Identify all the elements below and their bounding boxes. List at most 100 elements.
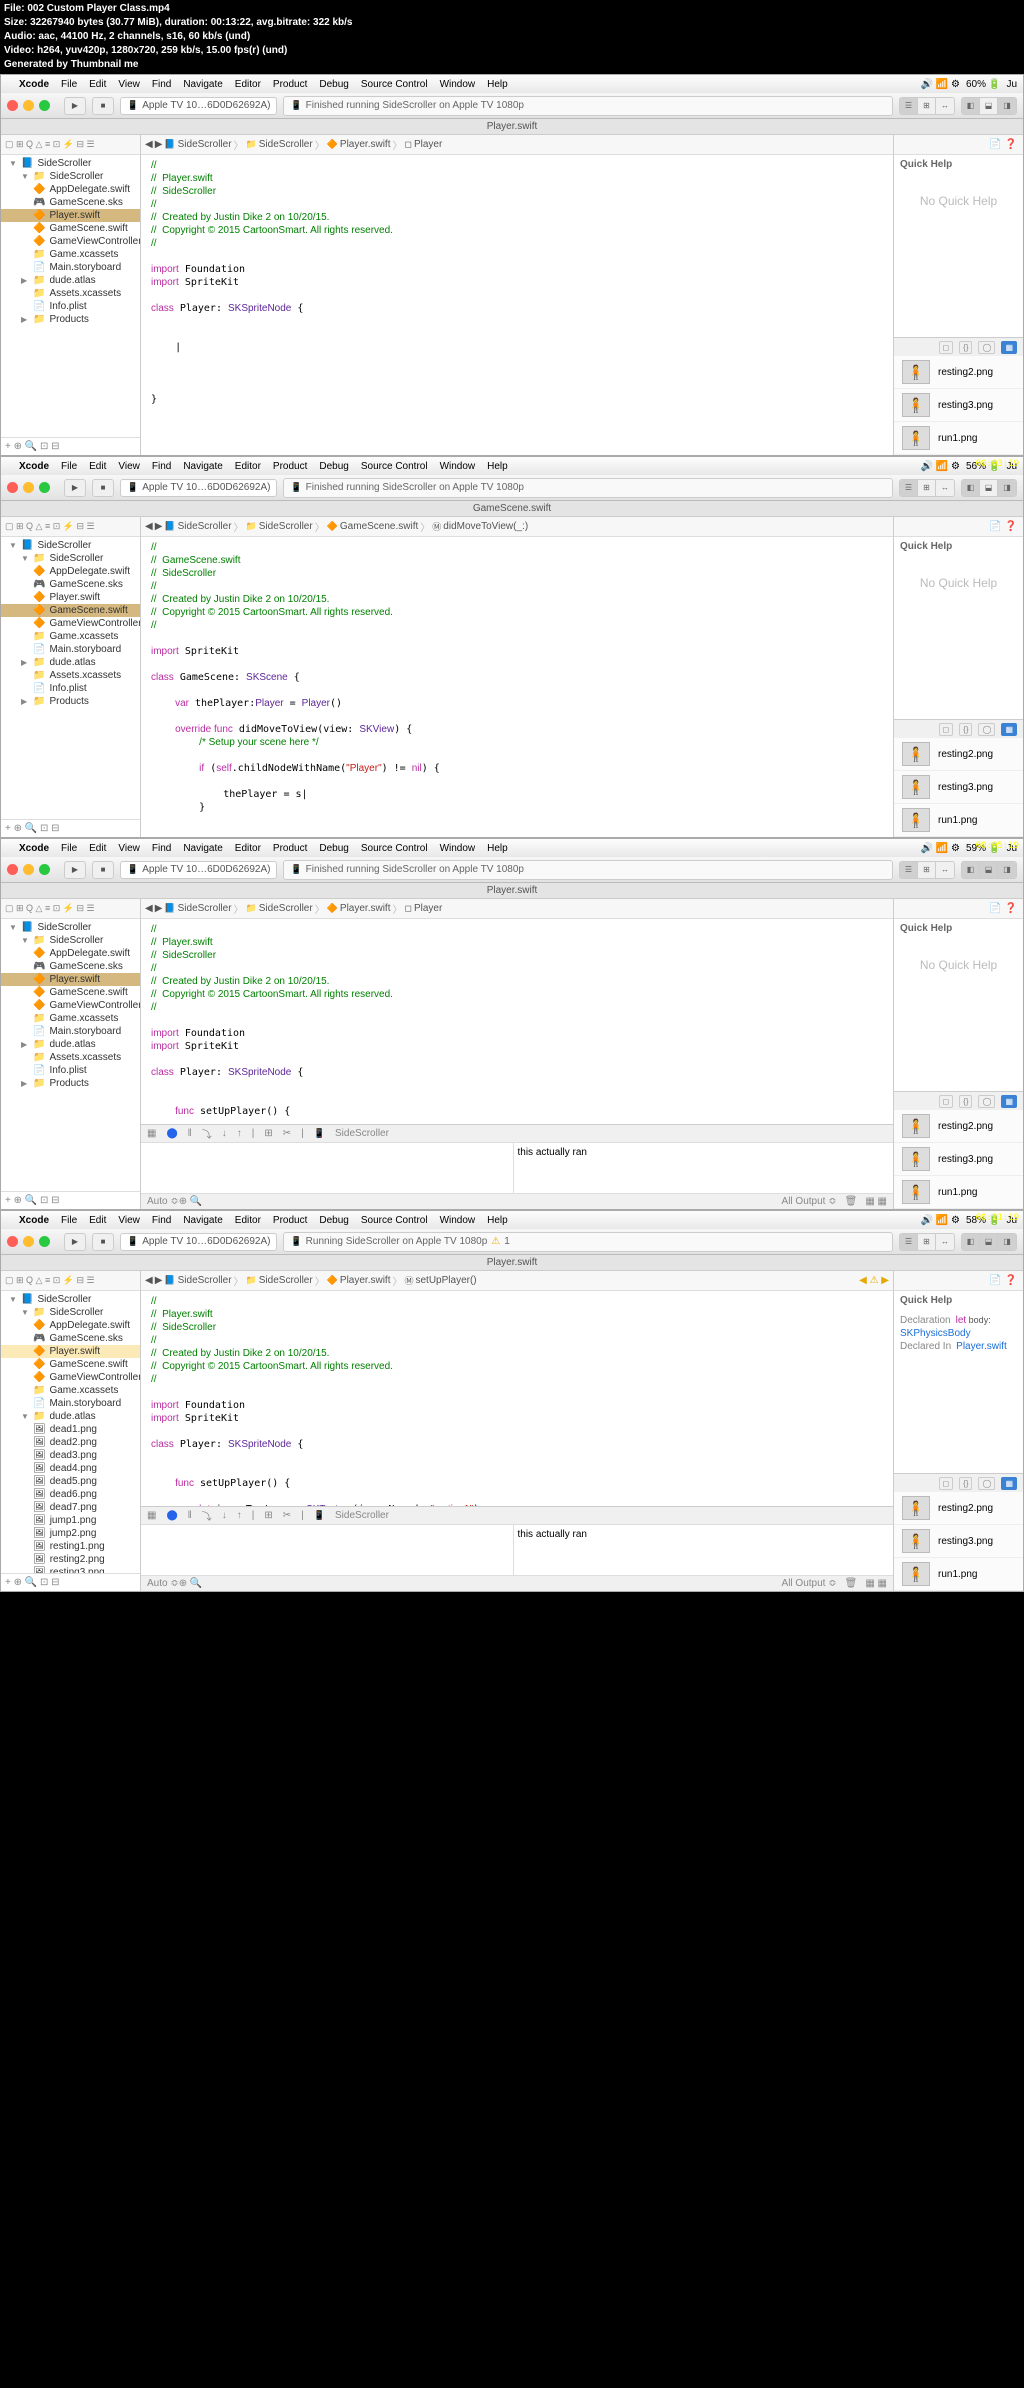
navigator-selector[interactable]: ▢ ⊞ Q △ ≡ ⊡ ⚡ ⊟ ☰: [1, 899, 140, 919]
library-item[interactable]: 🧍resting2.png: [894, 356, 1023, 389]
run-button[interactable]: [64, 1233, 86, 1251]
nav-file-selected[interactable]: 🔶 Player.swift: [1, 973, 140, 986]
nav-file[interactable]: 🔶 Player.swift: [1, 591, 140, 604]
nav-file[interactable]: 📁 Assets.xcassets: [1, 287, 140, 300]
status-icons[interactable]: 🔊 📶 ⚙: [921, 843, 960, 854]
status-icons[interactable]: 🔊 📶 ⚙: [921, 1215, 960, 1226]
nav-products[interactable]: ▶📁 Products: [1, 1077, 140, 1090]
nav-file[interactable]: 🖼 resting3.png: [1, 1566, 140, 1573]
menu-view[interactable]: View: [118, 1215, 140, 1226]
nav-file[interactable]: 🔶 AppDelegate.swift: [1, 183, 140, 196]
status-icons[interactable]: 🔊 📶 ⚙: [921, 461, 960, 472]
menu-file[interactable]: File: [61, 1215, 77, 1226]
debug-toolbar[interactable]: ▦⬤‖⤵↓↑|⊞✂|📱 SideScroller: [141, 1507, 893, 1525]
menu-edit[interactable]: Edit: [89, 843, 106, 854]
nav-filter[interactable]: + ⊕ 🔍 ⊡ ⊟: [1, 1191, 140, 1209]
close-button[interactable]: [7, 1236, 18, 1247]
stop-button[interactable]: [92, 479, 114, 497]
project-navigator[interactable]: ▼📘 SideScroller ▼📁 SideScroller 🔶 AppDel…: [1, 1291, 140, 1573]
source-editor[interactable]: // // Player.swift // SideScroller // //…: [141, 155, 893, 455]
nav-file-selected[interactable]: 🔶 GameScene.swift: [1, 604, 140, 617]
menu-window[interactable]: Window: [440, 1215, 476, 1226]
nav-file[interactable]: 🔶 AppDelegate.swift: [1, 1319, 140, 1332]
menu-product[interactable]: Product: [273, 1215, 307, 1226]
menu-help[interactable]: Help: [487, 79, 508, 90]
nav-file[interactable]: 📁 Assets.xcassets: [1, 669, 140, 682]
nav-file[interactable]: 🎮 GameScene.sks: [1, 1332, 140, 1345]
scope-selector[interactable]: Auto ≎: [147, 1578, 179, 1589]
zoom-button[interactable]: [39, 1236, 50, 1247]
zoom-button[interactable]: [39, 100, 50, 111]
run-button[interactable]: [64, 97, 86, 115]
library-item[interactable]: 🧍run1.png: [894, 1176, 1023, 1209]
back-button[interactable]: ◀: [145, 521, 153, 532]
variables-view[interactable]: [141, 1525, 514, 1575]
battery-indicator[interactable]: 60% 🔋: [966, 79, 1000, 90]
stop-button[interactable]: [92, 861, 114, 879]
menu-source-control[interactable]: Source Control: [361, 843, 428, 854]
nav-file[interactable]: 🖼 dead2.png: [1, 1436, 140, 1449]
panel-toggle-segment[interactable]: ◧⬓◨: [961, 479, 1017, 497]
nav-folder[interactable]: ▶📁 dude.atlas: [1, 274, 140, 287]
menu-editor[interactable]: Editor: [235, 79, 261, 90]
inspector-selector[interactable]: 📄 ❓: [894, 135, 1023, 155]
run-button[interactable]: [64, 861, 86, 879]
library-item[interactable]: 🧍resting3.png: [894, 1143, 1023, 1176]
nav-file[interactable]: 📁 Game.xcassets: [1, 248, 140, 261]
nav-file[interactable]: 📄 Main.storyboard: [1, 261, 140, 274]
source-editor[interactable]: // // Player.swift // SideScroller // //…: [141, 1291, 893, 1506]
menu-editor[interactable]: Editor: [235, 461, 261, 472]
minimize-button[interactable]: [23, 864, 34, 875]
menu-navigate[interactable]: Navigate: [183, 461, 222, 472]
nav-file[interactable]: 🖼 jump2.png: [1, 1527, 140, 1540]
navigator-selector[interactable]: ▢ ⊞ Q △ ≡ ⊡ ⚡ ⊟ ☰: [1, 517, 140, 537]
panels-icon[interactable]: ▦ ▦: [865, 1196, 887, 1207]
menu-source-control[interactable]: Source Control: [361, 461, 428, 472]
library-item[interactable]: 🧍resting3.png: [894, 389, 1023, 422]
menu-source-control[interactable]: Source Control: [361, 1215, 428, 1226]
close-button[interactable]: [7, 864, 18, 875]
output-filter[interactable]: All Output ≎: [782, 1196, 837, 1207]
menu-editor[interactable]: Editor: [235, 1215, 261, 1226]
tab-bar[interactable]: Player.swift: [1, 119, 1023, 135]
minimize-button[interactable]: [23, 1236, 34, 1247]
menu-navigate[interactable]: Navigate: [183, 1215, 222, 1226]
nav-folder-open[interactable]: ▼📁 dude.atlas: [1, 1410, 140, 1423]
nav-file[interactable]: 🖼 dead4.png: [1, 1462, 140, 1475]
minimize-button[interactable]: [23, 482, 34, 493]
warning-icon[interactable]: ◀ ⚠ ▶: [859, 1275, 889, 1286]
debug-toolbar[interactable]: ▦⬤‖⤵↓↑|⊞✂|📱 SideScroller: [141, 1125, 893, 1143]
menu-file[interactable]: File: [61, 461, 77, 472]
variables-view[interactable]: [141, 1143, 514, 1193]
menu-navigate[interactable]: Navigate: [183, 843, 222, 854]
nav-file[interactable]: 📄 Main.storyboard: [1, 1397, 140, 1410]
output-filter[interactable]: All Output ≎: [782, 1578, 837, 1589]
nav-file[interactable]: 📄 Main.storyboard: [1, 643, 140, 656]
menu-window[interactable]: Window: [440, 79, 476, 90]
nav-filter[interactable]: + ⊕ 🔍 ⊡ ⊟: [1, 819, 140, 837]
nav-file[interactable]: 📁 Game.xcassets: [1, 1384, 140, 1397]
menu-product[interactable]: Product: [273, 461, 307, 472]
menu-xcode[interactable]: Xcode: [19, 79, 49, 90]
library-selector[interactable]: ◻{}◯▦: [894, 1474, 1023, 1492]
back-button[interactable]: ◀: [145, 139, 153, 150]
back-button[interactable]: ◀: [145, 1275, 153, 1286]
nav-folder[interactable]: ▼📁 SideScroller: [1, 552, 140, 565]
tab-bar[interactable]: Player.swift: [1, 1255, 1023, 1271]
scheme-selector[interactable]: 📱 Apple TV 10…6D0D62692A): [120, 479, 277, 497]
menu-window[interactable]: Window: [440, 461, 476, 472]
nav-file[interactable]: 🔶 AppDelegate.swift: [1, 947, 140, 960]
inspector-selector[interactable]: 📄 ❓: [894, 1271, 1023, 1291]
nav-root[interactable]: ▼📘 SideScroller: [1, 157, 140, 170]
nav-file[interactable]: 🎮 GameScene.sks: [1, 578, 140, 591]
nav-file[interactable]: 🔶 GameViewController.swift: [1, 235, 140, 248]
scheme-selector[interactable]: 📱 Apple TV 10…6D0D62692A): [120, 97, 277, 115]
clear-icon[interactable]: 🗑: [845, 1196, 858, 1207]
library-item[interactable]: 🧍resting3.png: [894, 771, 1023, 804]
jump-bar[interactable]: ◀ ▶ 📘 SideScroller〉 📁 SideScroller〉 🔶 Pl…: [141, 1271, 893, 1291]
run-button[interactable]: [64, 479, 86, 497]
library-item[interactable]: 🧍resting2.png: [894, 1110, 1023, 1143]
zoom-button[interactable]: [39, 864, 50, 875]
clock[interactable]: Ju: [1006, 79, 1017, 90]
library-item[interactable]: 🧍run1.png: [894, 422, 1023, 455]
